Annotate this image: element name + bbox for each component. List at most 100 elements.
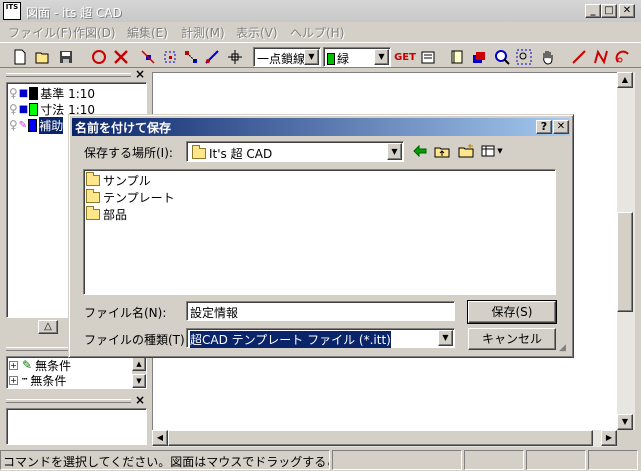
select-point-icon[interactable] <box>138 47 158 67</box>
new-folder-icon[interactable] <box>456 141 476 161</box>
lock-icon[interactable]: ■ <box>19 104 28 115</box>
folder-icon <box>86 189 100 203</box>
menu-measure[interactable]: 計測(M) <box>181 24 225 41</box>
folder-item[interactable]: 部品 <box>86 206 127 223</box>
book-icon[interactable] <box>447 47 467 67</box>
title-bar[interactable]: ITS 図面 - its 超 CAD _ □ ✕ <box>0 0 641 22</box>
menu-help[interactable]: ヘルプ(H) <box>290 24 344 41</box>
lightbulb-icon[interactable]: ♀ <box>9 102 18 116</box>
location-label: 保存する場所(I): <box>84 146 173 160</box>
help-button[interactable]: ? <box>536 120 552 134</box>
chevron-down-icon[interactable]: ▼ <box>304 49 319 65</box>
view-menu-icon[interactable]: ▼ <box>480 141 504 161</box>
window-title: 図面 - its 超 CAD <box>26 6 122 20</box>
zoom-window-icon[interactable] <box>514 47 534 67</box>
minimize-button[interactable]: _ <box>585 4 601 18</box>
zoom-icon[interactable] <box>492 47 512 67</box>
scroll-left-icon[interactable]: ◀ <box>152 430 168 446</box>
status-panel-2 <box>332 450 462 470</box>
menu-edit[interactable]: 編集(E) <box>127 24 168 41</box>
status-message: コマンドを選択してください。図面はマウスでドラッグすることもできます。( <box>3 455 329 469</box>
line-tool-icon[interactable] <box>569 47 589 67</box>
layer-color-swatch <box>29 86 39 100</box>
dialog-title-bar[interactable]: 名前を付けて保存 ? ✕ <box>72 118 570 136</box>
select-window-icon[interactable] <box>160 47 180 67</box>
property-panel-header: × <box>2 393 149 407</box>
save-button[interactable]: 保存(S) <box>467 300 557 324</box>
chevron-down-icon[interactable]: ▼ <box>387 143 402 160</box>
save-as-dialog: 名前を付けて保存 ? ✕ 保存する場所(I): It's 超 CAD ▼ ▼ サ… <box>68 114 574 358</box>
lock-icon[interactable]: ■ <box>19 88 28 99</box>
lightbulb-icon[interactable]: ♀ <box>9 86 18 100</box>
resize-grip-icon[interactable]: ◢ <box>559 343 571 355</box>
layer-color-swatch <box>29 102 39 116</box>
filename-label: ファイル名(N): <box>84 306 167 320</box>
layer-color-swatch <box>28 118 38 132</box>
circle-tool-icon[interactable] <box>89 47 109 67</box>
open-folder-icon[interactable] <box>33 47 53 67</box>
layer-panel-header: × <box>2 67 149 81</box>
app-icon[interactable]: ITS <box>3 2 21 20</box>
scroll-up-icon[interactable]: ▲ <box>617 72 633 88</box>
select-line-icon[interactable] <box>202 47 222 67</box>
close-icon[interactable]: × <box>135 393 145 407</box>
location-select[interactable]: It's 超 CAD ▼ <box>186 141 404 162</box>
layer-row[interactable]: ♀ ✎ 補助 <box>9 116 64 134</box>
folder-icon <box>86 172 100 186</box>
arc-tool-icon[interactable] <box>613 47 633 67</box>
dashed-line-icon: ┅ <box>22 375 28 385</box>
file-list: サンプル テンプレート 部品 <box>83 169 556 295</box>
menu-bar: ファイル(F) 作図(D) 編集(E) 計測(M) 表示(V) ヘルプ(H) <box>0 22 641 41</box>
dialog-title: 名前を付けて保存 <box>75 121 172 135</box>
polyline-tool-icon[interactable] <box>591 47 611 67</box>
properties-icon[interactable] <box>418 47 438 67</box>
status-panel-4 <box>526 450 586 470</box>
filename-input[interactable]: 設定情報 <box>186 301 455 321</box>
scroll-down-icon[interactable]: ▼ <box>132 374 146 388</box>
delete-tool-icon[interactable] <box>111 47 131 67</box>
linetype-select[interactable]: 一点鎖線 ▼ <box>253 47 321 67</box>
menu-view[interactable]: 表示(V) <box>236 24 278 41</box>
save-disk-icon[interactable] <box>56 47 76 67</box>
cancel-button[interactable]: キャンセル <box>468 328 556 350</box>
lightbulb-icon[interactable]: ♀ <box>9 118 18 132</box>
filetype-select[interactable]: 超CAD テンプレート ファイル (*.itt) ▼ <box>186 328 455 348</box>
horizontal-scrollbar[interactable]: ◀ ▶ <box>152 430 617 447</box>
get-button[interactable]: GET <box>394 47 416 67</box>
pencil-icon[interactable]: ✎ <box>19 120 27 131</box>
layer-up-button[interactable]: △ <box>38 320 58 334</box>
select-cross-icon[interactable] <box>181 47 201 67</box>
scroll-up-icon[interactable]: ▲ <box>132 357 146 371</box>
folder-item[interactable]: サンプル <box>86 172 151 189</box>
folder-item[interactable]: テンプレート <box>86 189 175 206</box>
condition-scrollbar[interactable]: ▲ ▼ <box>132 357 146 388</box>
status-panel-5 <box>588 450 638 470</box>
chevron-down-icon[interactable]: ▼ <box>438 330 453 346</box>
chevron-down-icon[interactable]: ▼ <box>374 49 389 65</box>
property-box <box>6 408 147 445</box>
folder-icon <box>192 145 206 159</box>
new-file-icon[interactable] <box>10 47 30 67</box>
menu-draw[interactable]: 作図(D) <box>73 24 116 41</box>
status-message-panel: コマンドを選択してください。図面はマウスでドラッグすることもできます。( <box>0 450 330 470</box>
scroll-down-icon[interactable]: ▼ <box>617 414 633 430</box>
condition-list: + ✎ 無条件 + ┅ 無条件 ▲ ▼ <box>6 356 147 389</box>
layer-row[interactable]: ♀ ■ 基準 1:10 <box>9 85 95 101</box>
hand-pan-icon[interactable] <box>538 47 558 67</box>
up-folder-icon[interactable] <box>432 141 452 161</box>
vertical-scrollbar[interactable]: ▲ ▼ <box>617 72 635 430</box>
condition-row[interactable]: + ┅ 無条件 <box>9 372 66 388</box>
menu-file[interactable]: ファイル(F) <box>8 24 72 41</box>
scroll-right-icon[interactable]: ▶ <box>601 430 617 446</box>
maximize-button[interactable]: □ <box>601 4 617 18</box>
vertical-scroll-thumb[interactable] <box>617 212 633 312</box>
horizontal-scroll-thumb[interactable] <box>168 430 593 446</box>
color-select[interactable]: 緑 ▼ <box>323 47 391 67</box>
close-button[interactable]: ✕ <box>619 4 635 18</box>
crosshair-icon[interactable] <box>225 47 245 67</box>
dialog-close-button[interactable]: ✕ <box>553 120 569 134</box>
close-icon[interactable]: × <box>135 67 145 81</box>
toolbar: 一点鎖線 ▼ 緑 ▼ GET <box>0 42 641 68</box>
back-arrow-icon[interactable] <box>410 141 430 161</box>
layers-icon[interactable] <box>469 47 489 67</box>
